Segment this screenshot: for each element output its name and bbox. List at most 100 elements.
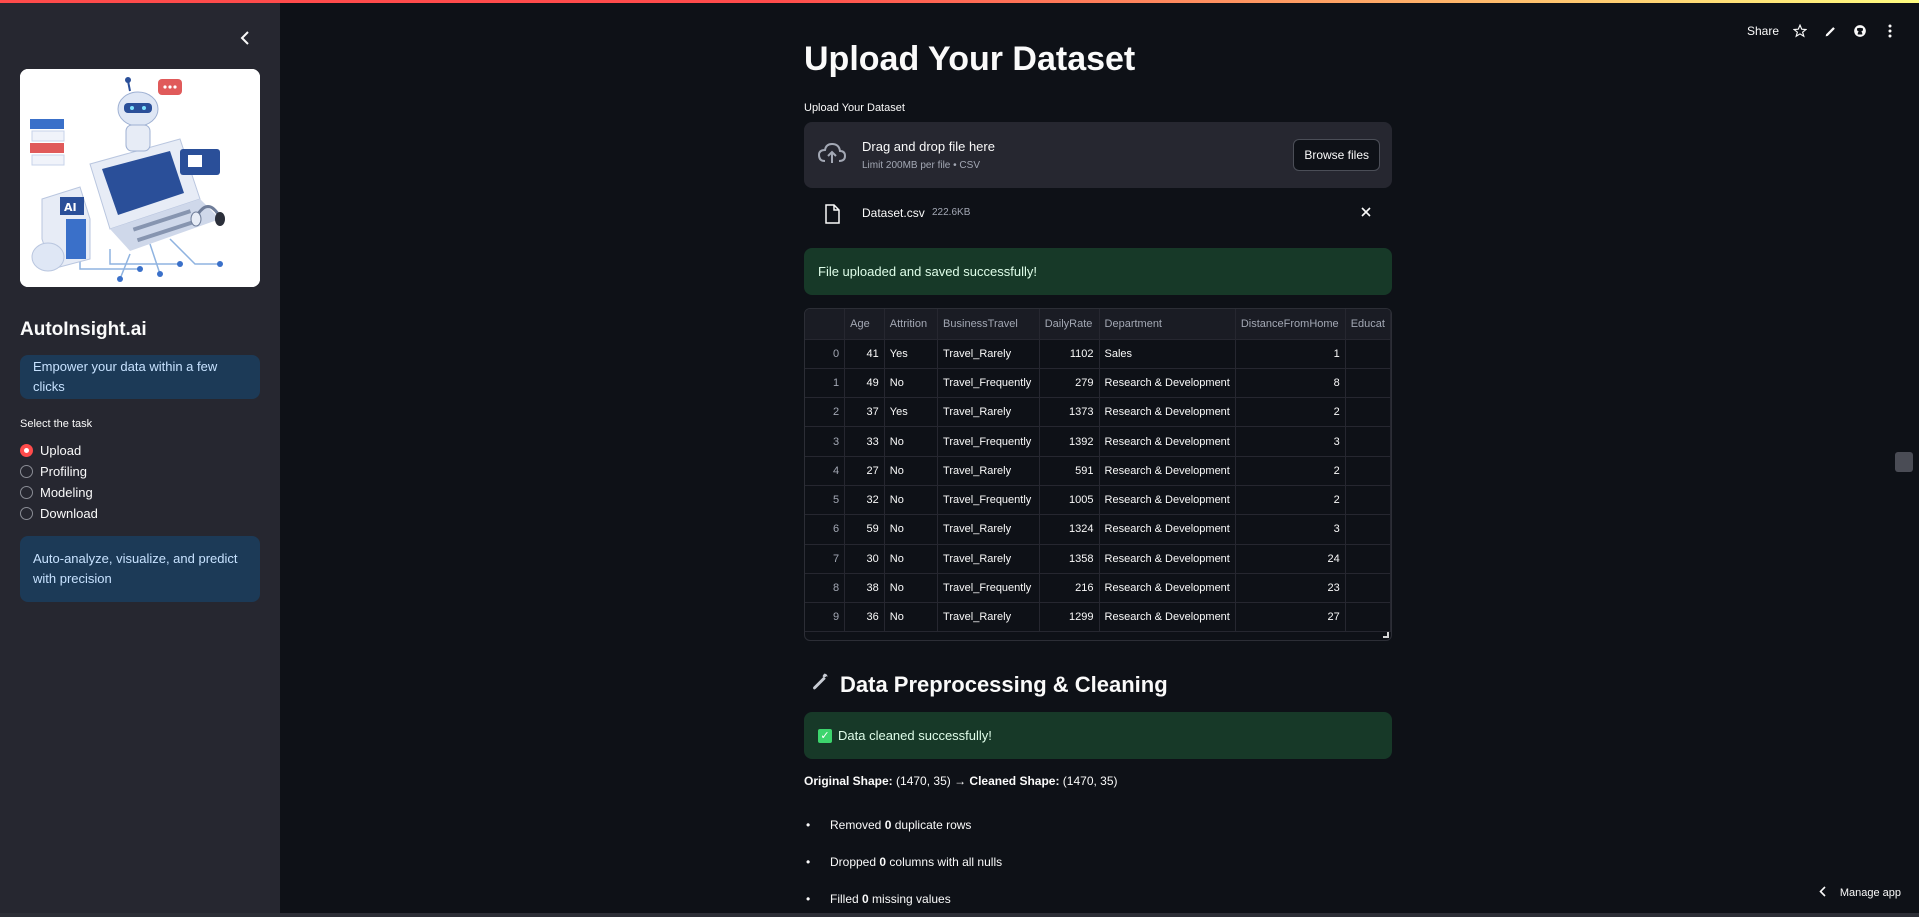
table-column-header[interactable]: DailyRate bbox=[1039, 309, 1100, 340]
task-option-upload[interactable]: Upload bbox=[20, 440, 98, 461]
table-cell[interactable] bbox=[1345, 602, 1391, 633]
table-cell[interactable]: Research & Development bbox=[1099, 514, 1236, 545]
table-cell[interactable]: No bbox=[884, 573, 939, 604]
file-dropzone[interactable]: Drag and drop file here Limit 200MB per … bbox=[804, 122, 1392, 188]
table-cell[interactable]: No bbox=[884, 426, 939, 457]
table-cell[interactable]: Research & Development bbox=[1099, 368, 1236, 399]
table-cell[interactable]: Research & Development bbox=[1099, 397, 1236, 428]
star-icon[interactable] bbox=[1791, 22, 1809, 40]
table-cell[interactable] bbox=[1345, 514, 1391, 545]
table-cell[interactable]: 1102 bbox=[1039, 339, 1100, 369]
row-index-cell[interactable]: 9 bbox=[805, 602, 846, 633]
table-cell[interactable] bbox=[1345, 339, 1391, 369]
table-cell[interactable]: 1005 bbox=[1039, 485, 1100, 516]
table-cell[interactable]: Travel_Rarely bbox=[937, 339, 1040, 369]
row-index-cell[interactable]: 8 bbox=[805, 573, 846, 604]
row-index-cell[interactable]: 0 bbox=[805, 339, 846, 369]
table-cell[interactable]: 2 bbox=[1235, 397, 1346, 428]
table-cell[interactable]: 41 bbox=[844, 339, 885, 369]
table-cell[interactable]: 3 bbox=[1235, 514, 1346, 545]
table-cell[interactable] bbox=[1345, 397, 1391, 428]
task-option-modeling[interactable]: Modeling bbox=[20, 482, 98, 503]
table-cell[interactable]: 1392 bbox=[1039, 426, 1100, 457]
share-button[interactable]: Share bbox=[1747, 22, 1779, 40]
table-cell[interactable]: Travel_Frequently bbox=[937, 573, 1040, 604]
table-cell[interactable]: Research & Development bbox=[1099, 426, 1236, 457]
table-cell[interactable] bbox=[1345, 368, 1391, 399]
table-cell[interactable]: Travel_Rarely bbox=[937, 397, 1040, 428]
table-cell[interactable]: 27 bbox=[844, 456, 885, 486]
table-cell[interactable]: 3 bbox=[1235, 426, 1346, 457]
table-cell[interactable]: 49 bbox=[844, 368, 885, 399]
edit-pencil-icon[interactable] bbox=[1821, 22, 1839, 40]
table-cell[interactable]: Research & Development bbox=[1099, 485, 1236, 516]
table-cell[interactable] bbox=[1345, 544, 1391, 574]
table-cell[interactable]: Research & Development bbox=[1099, 456, 1236, 486]
table-cell[interactable]: No bbox=[884, 456, 939, 486]
table-cell[interactable]: Travel_Rarely bbox=[937, 456, 1040, 486]
table-cell[interactable]: No bbox=[884, 514, 939, 545]
table-cell[interactable]: 59 bbox=[844, 514, 885, 545]
row-index-cell[interactable]: 3 bbox=[805, 426, 846, 457]
table-cell[interactable]: No bbox=[884, 544, 939, 574]
table-cell[interactable]: 216 bbox=[1039, 573, 1100, 604]
table-cell[interactable]: Travel_Rarely bbox=[937, 602, 1040, 633]
table-cell[interactable]: Travel_Frequently bbox=[937, 485, 1040, 516]
table-cell[interactable]: Travel_Frequently bbox=[937, 426, 1040, 457]
table-column-header[interactable]: Age bbox=[844, 309, 885, 340]
table-column-header[interactable]: DistanceFromHome bbox=[1235, 309, 1346, 340]
table-cell[interactable]: 279 bbox=[1039, 368, 1100, 399]
table-column-header[interactable] bbox=[805, 309, 846, 340]
table-cell[interactable]: 33 bbox=[844, 426, 885, 457]
table-cell[interactable]: 23 bbox=[1235, 573, 1346, 604]
table-cell[interactable]: Research & Development bbox=[1099, 544, 1236, 574]
table-cell[interactable]: 24 bbox=[1235, 544, 1346, 574]
table-cell[interactable]: 2 bbox=[1235, 456, 1346, 486]
row-index-cell[interactable]: 6 bbox=[805, 514, 846, 545]
table-cell[interactable]: 2 bbox=[1235, 485, 1346, 516]
table-cell[interactable]: Sales bbox=[1099, 339, 1236, 369]
table-resize-handle[interactable] bbox=[1383, 632, 1389, 638]
table-cell[interactable]: Research & Development bbox=[1099, 602, 1236, 633]
table-cell[interactable]: No bbox=[884, 602, 939, 633]
github-icon[interactable] bbox=[1851, 22, 1869, 40]
table-cell[interactable]: 591 bbox=[1039, 456, 1100, 486]
collapse-sidebar-chevron-left-icon[interactable] bbox=[232, 25, 258, 51]
floating-widget-tab[interactable] bbox=[1895, 452, 1913, 472]
table-cell[interactable]: 1358 bbox=[1039, 544, 1100, 574]
table-cell[interactable]: 30 bbox=[844, 544, 885, 574]
table-cell[interactable]: 36 bbox=[844, 602, 885, 633]
table-cell[interactable]: No bbox=[884, 368, 939, 399]
table-cell[interactable]: 27 bbox=[1235, 602, 1346, 633]
table-cell[interactable]: 38 bbox=[844, 573, 885, 604]
table-cell[interactable]: 1324 bbox=[1039, 514, 1100, 545]
row-index-cell[interactable]: 5 bbox=[805, 485, 846, 516]
task-option-profiling[interactable]: Profiling bbox=[20, 461, 98, 482]
table-cell[interactable] bbox=[1345, 485, 1391, 516]
table-cell[interactable]: Yes bbox=[884, 397, 939, 428]
table-cell[interactable]: Travel_Frequently bbox=[937, 368, 1040, 399]
table-cell[interactable]: 1 bbox=[1235, 339, 1346, 369]
table-cell[interactable] bbox=[1345, 573, 1391, 604]
table-cell[interactable]: 1373 bbox=[1039, 397, 1100, 428]
table-cell[interactable]: Travel_Rarely bbox=[937, 514, 1040, 545]
more-options-icon[interactable] bbox=[1881, 22, 1899, 40]
dataframe-table[interactable]: Age Attrition BusinessTravel DailyRate Depar… bbox=[804, 308, 1392, 641]
row-index-cell[interactable]: 1 bbox=[805, 368, 846, 399]
table-column-header[interactable]: Educat bbox=[1345, 309, 1391, 340]
table-cell[interactable]: 8 bbox=[1235, 368, 1346, 399]
row-index-cell[interactable]: 2 bbox=[805, 397, 846, 428]
table-cell[interactable]: 32 bbox=[844, 485, 885, 516]
task-option-download[interactable]: Download bbox=[20, 503, 98, 524]
table-cell[interactable]: Yes bbox=[884, 339, 939, 369]
table-column-header[interactable]: Attrition bbox=[884, 309, 939, 340]
remove-file-close-icon[interactable] bbox=[1360, 205, 1372, 223]
table-cell[interactable]: 1299 bbox=[1039, 602, 1100, 633]
table-cell[interactable]: 37 bbox=[844, 397, 885, 428]
browse-files-button[interactable]: Browse files bbox=[1293, 139, 1380, 171]
manage-app-button[interactable]: Manage app bbox=[1819, 886, 1901, 900]
table-cell[interactable] bbox=[1345, 426, 1391, 457]
row-index-cell[interactable]: 4 bbox=[805, 456, 846, 486]
table-column-header[interactable]: Department bbox=[1099, 309, 1236, 340]
table-cell[interactable]: Travel_Rarely bbox=[937, 544, 1040, 574]
